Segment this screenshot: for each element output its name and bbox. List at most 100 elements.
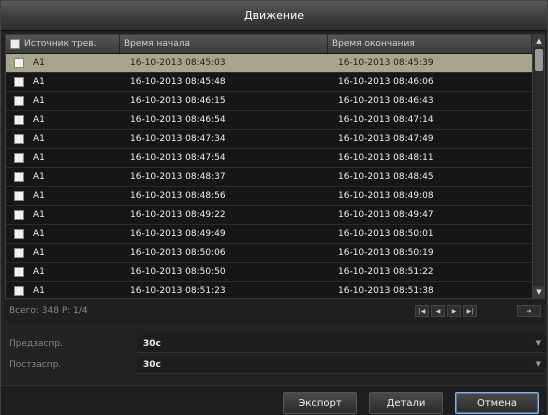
row-end-time: 16-10-2013 08:48:11: [338, 153, 434, 163]
chevron-down-icon: ▼: [535, 360, 541, 368]
chevron-down-icon: ▼: [535, 339, 541, 347]
pagination-summary: Всего: 348 P: 1/4: [9, 306, 88, 316]
row-checkbox[interactable]: [14, 286, 24, 296]
motion-search-dialog: Движение Источник трев. Время начала Вре…: [0, 0, 548, 415]
scroll-up-icon[interactable]: ▲: [533, 35, 544, 47]
pre-record-label: Предзаспр.: [9, 339, 63, 349]
post-record-field: Постзаспр. 30с ▼: [5, 355, 545, 375]
row-checkbox[interactable]: [14, 267, 24, 277]
results-table: Источник трев. Время начала Время оконча…: [5, 34, 545, 299]
header-start-time[interactable]: Время начала: [120, 35, 328, 53]
row-start-time: 16-10-2013 08:48:56: [130, 191, 226, 201]
row-checkbox[interactable]: [14, 58, 24, 68]
row-checkbox[interactable]: [14, 172, 24, 182]
row-checkbox[interactable]: [14, 96, 24, 106]
table-row[interactable]: A1 16-10-2013 08:49:22 16-10-2013 08:49:47: [6, 206, 532, 225]
row-source-cell: A1: [6, 282, 120, 299]
header-end-label: Время окончания: [332, 39, 415, 49]
row-end-time: 16-10-2013 08:47:49: [338, 134, 434, 144]
table-row[interactable]: A1 16-10-2013 08:50:50 16-10-2013 08:51:22: [6, 263, 532, 282]
row-end-time: 16-10-2013 08:48:45: [338, 172, 434, 182]
row-source: A1: [33, 77, 45, 87]
row-start-time: 16-10-2013 08:48:37: [130, 172, 226, 182]
row-source: A1: [33, 115, 45, 125]
export-button[interactable]: Экспорт: [283, 392, 357, 414]
row-checkbox[interactable]: [14, 229, 24, 239]
row-end-time: 16-10-2013 08:51:38: [338, 286, 434, 296]
row-end-time: 16-10-2013 08:46:06: [338, 77, 434, 87]
header-source-label: Источник трев.: [24, 39, 97, 49]
vertical-scrollbar[interactable]: ▲ ▼: [532, 35, 544, 298]
last-page-icon[interactable]: ▶|: [463, 305, 477, 317]
table-row[interactable]: A1 16-10-2013 08:49:49 16-10-2013 08:50:01: [6, 225, 532, 244]
header-source: Источник трев.: [6, 35, 120, 53]
table-row[interactable]: A1 16-10-2013 08:50:06 16-10-2013 08:50:19: [6, 244, 532, 263]
table-row[interactable]: A1 16-10-2013 08:48:56 16-10-2013 08:49:08: [6, 187, 532, 206]
details-button[interactable]: Детали: [369, 392, 443, 414]
table-row[interactable]: A1 16-10-2013 08:47:54 16-10-2013 08:48:11: [6, 149, 532, 168]
cancel-button[interactable]: Отмена: [455, 392, 539, 414]
table-header: Источник трев. Время начала Время оконча…: [6, 35, 532, 53]
row-start-time: 16-10-2013 08:46:15: [130, 96, 226, 106]
row-start-time: 16-10-2013 08:51:23: [130, 286, 226, 296]
header-end-time[interactable]: Время окончания: [328, 35, 532, 53]
row-checkbox[interactable]: [14, 153, 24, 163]
post-record-label: Постзаспр.: [9, 360, 62, 370]
row-start-time: 16-10-2013 08:49:22: [130, 210, 226, 220]
table-row[interactable]: A1 16-10-2013 08:46:54 16-10-2013 08:47:14: [6, 111, 532, 130]
row-start-time: 16-10-2013 08:50:50: [130, 267, 226, 277]
pre-record-value: 30с: [143, 338, 161, 349]
pagination-bar: Всего: 348 P: 1/4 |◀ ◀ ▶ ▶| ➜: [5, 300, 545, 322]
row-source: A1: [33, 58, 45, 68]
scrollbar-thumb[interactable]: [535, 49, 543, 71]
row-end-time: 16-10-2013 08:49:08: [338, 191, 434, 201]
table-row[interactable]: A1 16-10-2013 08:46:15 16-10-2013 08:46:43: [6, 92, 532, 111]
row-end-time: 16-10-2013 08:51:22: [338, 267, 434, 277]
row-source-cell: A1: [6, 130, 120, 149]
prev-page-icon[interactable]: ◀: [431, 305, 445, 317]
row-start-time: 16-10-2013 08:47:34: [130, 134, 226, 144]
row-source: A1: [33, 134, 45, 144]
dialog-title: Движение: [1, 1, 547, 31]
go-to-page-icon[interactable]: ➜: [517, 305, 541, 317]
row-start-time: 16-10-2013 08:47:54: [130, 153, 226, 163]
post-record-select[interactable]: 30с ▼: [137, 356, 545, 374]
row-checkbox[interactable]: [14, 77, 24, 87]
row-checkbox[interactable]: [14, 134, 24, 144]
row-source-cell: A1: [6, 168, 120, 187]
table-row[interactable]: A1 16-10-2013 08:45:03 16-10-2013 08:45:39: [6, 54, 532, 73]
row-checkbox[interactable]: [14, 191, 24, 201]
row-source-cell: A1: [6, 187, 120, 206]
row-source-cell: A1: [6, 225, 120, 244]
table-row[interactable]: A1 16-10-2013 08:45:48 16-10-2013 08:46:06: [6, 73, 532, 92]
row-start-time: 16-10-2013 08:50:06: [130, 248, 226, 258]
row-end-time: 16-10-2013 08:50:01: [338, 229, 434, 239]
row-source: A1: [33, 286, 45, 296]
dialog-title-text: Движение: [243, 9, 304, 22]
post-record-value: 30с: [143, 359, 161, 370]
table-body: A1 16-10-2013 08:45:03 16-10-2013 08:45:39…: [6, 54, 532, 299]
dialog-footer: Экспорт Детали Отмена: [1, 385, 547, 415]
row-source: A1: [33, 229, 45, 239]
pre-record-field: Предзаспр. 30с ▼: [5, 334, 545, 354]
table-row[interactable]: A1 16-10-2013 08:48:37 16-10-2013 08:48:45: [6, 168, 532, 187]
next-page-icon[interactable]: ▶: [447, 305, 461, 317]
select-all-checkbox[interactable]: [10, 39, 20, 49]
row-checkbox[interactable]: [14, 210, 24, 220]
row-start-time: 16-10-2013 08:49:49: [130, 229, 226, 239]
header-start-label: Время начала: [124, 39, 190, 49]
scroll-down-icon[interactable]: ▼: [533, 286, 544, 298]
table-row[interactable]: A1 16-10-2013 08:51:23 16-10-2013 08:51:38: [6, 282, 532, 299]
table-row[interactable]: A1 16-10-2013 08:47:34 16-10-2013 08:47:49: [6, 130, 532, 149]
row-source-cell: A1: [6, 263, 120, 282]
row-source: A1: [33, 267, 45, 277]
row-source-cell: A1: [6, 244, 120, 263]
first-page-icon[interactable]: |◀: [415, 305, 429, 317]
pre-record-select[interactable]: 30с ▼: [137, 335, 545, 353]
row-checkbox[interactable]: [14, 248, 24, 258]
row-checkbox[interactable]: [14, 115, 24, 125]
row-start-time: 16-10-2013 08:46:54: [130, 115, 226, 125]
row-source-cell: A1: [6, 73, 120, 92]
row-source-cell: A1: [6, 54, 120, 73]
row-source-cell: A1: [6, 92, 120, 111]
